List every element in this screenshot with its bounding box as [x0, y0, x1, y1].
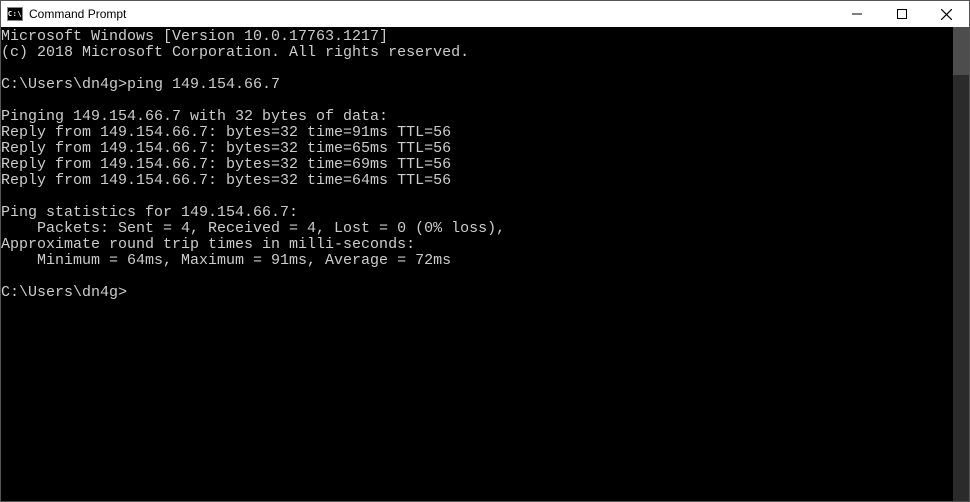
terminal-line: Packets: Sent = 4, Received = 4, Lost = …: [1, 221, 969, 237]
scrollbar-track[interactable]: [953, 27, 969, 501]
scrollbar-thumb[interactable]: [953, 27, 969, 75]
terminal-line: [1, 93, 969, 109]
minimize-button[interactable]: [834, 1, 879, 27]
maximize-icon: [897, 9, 907, 19]
window-controls: [834, 1, 969, 27]
close-button[interactable]: [924, 1, 969, 27]
terminal-line: Pinging 149.154.66.7 with 32 bytes of da…: [1, 109, 969, 125]
terminal-line: (c) 2018 Microsoft Corporation. All righ…: [1, 45, 969, 61]
maximize-button[interactable]: [879, 1, 924, 27]
cmd-icon: C:\: [7, 7, 23, 21]
terminal-line: Ping statistics for 149.154.66.7:: [1, 205, 969, 221]
terminal-line: C:\Users\dn4g>: [1, 285, 969, 301]
terminal-line: Minimum = 64ms, Maximum = 91ms, Average …: [1, 253, 969, 269]
terminal-line: Microsoft Windows [Version 10.0.17763.12…: [1, 29, 969, 45]
terminal-line: Reply from 149.154.66.7: bytes=32 time=9…: [1, 125, 969, 141]
terminal-line: Reply from 149.154.66.7: bytes=32 time=6…: [1, 141, 969, 157]
close-icon: [941, 9, 952, 20]
terminal-line: Reply from 149.154.66.7: bytes=32 time=6…: [1, 157, 969, 173]
terminal-line: Reply from 149.154.66.7: bytes=32 time=6…: [1, 173, 969, 189]
terminal-line: C:\Users\dn4g>ping 149.154.66.7: [1, 77, 969, 93]
minimize-icon: [852, 9, 862, 19]
terminal-line: [1, 269, 969, 285]
terminal-line: [1, 189, 969, 205]
command-prompt-window: C:\ Command Prompt Microsoft Windows: [0, 0, 970, 502]
terminal-line: [1, 61, 969, 77]
terminal-output: Microsoft Windows [Version 10.0.17763.12…: [1, 27, 969, 301]
window-title: Command Prompt: [29, 7, 126, 21]
titlebar[interactable]: C:\ Command Prompt: [1, 1, 969, 27]
terminal-area[interactable]: Microsoft Windows [Version 10.0.17763.12…: [1, 27, 969, 501]
terminal-line: Approximate round trip times in milli-se…: [1, 237, 969, 253]
